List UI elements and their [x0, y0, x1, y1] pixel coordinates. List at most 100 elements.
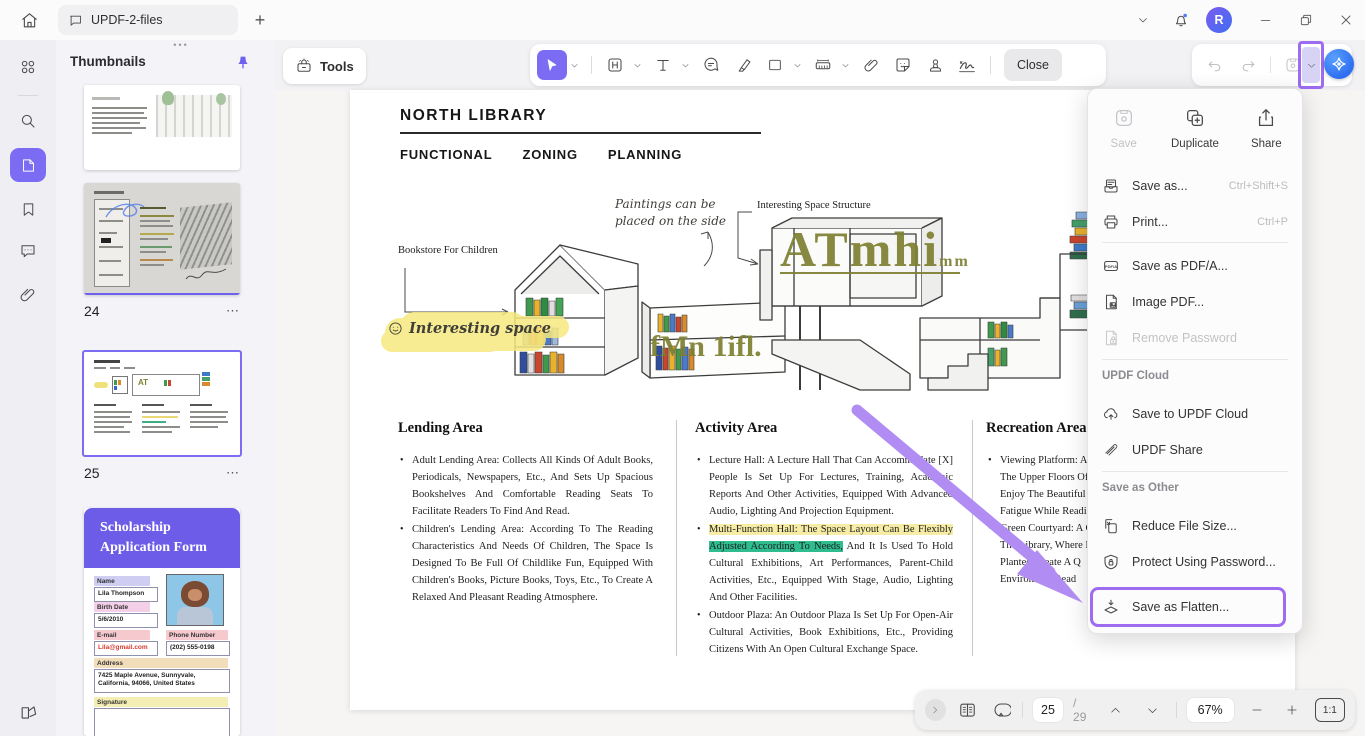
restore-button[interactable]	[1293, 8, 1319, 32]
sidebar-item-search[interactable]	[10, 104, 46, 138]
page-thumbnail-26[interactable]: Scholarship Application Form Name Lila T…	[84, 508, 240, 736]
printer-icon	[1102, 213, 1120, 231]
rectangle-icon	[767, 57, 783, 73]
menu-save-action[interactable]: Save	[1092, 99, 1156, 150]
signature-icon	[957, 55, 977, 75]
heading-icon	[606, 56, 624, 74]
close-window-button[interactable]	[1333, 8, 1359, 32]
sidebar-item-thumbnails[interactable]	[10, 148, 46, 182]
redo-button[interactable]	[1236, 57, 1260, 74]
page-thumbnail-23[interactable]	[84, 85, 240, 170]
column-divider	[676, 420, 677, 656]
zoom-level-input[interactable]: 67%	[1186, 697, 1235, 723]
pin-panel-button[interactable]	[232, 52, 254, 74]
sidebar-item-grid[interactable]	[10, 50, 46, 84]
measure-tool[interactable]	[808, 50, 838, 80]
text-tool-dropdown[interactable]	[679, 50, 691, 80]
measure-tool-dropdown[interactable]	[839, 50, 851, 80]
menu-item-reduce-file-size[interactable]: Reduce File Size...	[1094, 509, 1296, 543]
signature-tool[interactable]	[952, 50, 982, 80]
presentation-button[interactable]	[988, 700, 1013, 720]
ai-assistant-button[interactable]	[1324, 49, 1354, 79]
toolbox-icon	[295, 57, 313, 75]
doc-nav-zoning: ZONING	[523, 147, 578, 162]
page-24-more-button[interactable]: ⋯	[226, 303, 240, 319]
menu-item-print[interactable]: Print...Ctrl+P	[1094, 205, 1296, 239]
notifications-button[interactable]	[1168, 8, 1194, 32]
menu-share-action[interactable]: Share	[1234, 99, 1298, 150]
menu-item-save-to-cloud[interactable]: Save to UPDF Cloud	[1094, 397, 1296, 431]
page-layout-button[interactable]	[955, 701, 980, 720]
chevron-down-icon	[1146, 704, 1159, 717]
heading-tool-dropdown[interactable]	[631, 50, 643, 80]
page-25-more-button[interactable]: ⋯	[226, 465, 240, 481]
menu-duplicate-action[interactable]: Duplicate	[1163, 99, 1227, 150]
sticker-tool[interactable]	[888, 50, 918, 80]
save-as-icon	[1102, 177, 1120, 195]
select-tool-dropdown[interactable]	[568, 50, 580, 80]
document-tab[interactable]: UPDF-2-files	[58, 5, 238, 35]
heading-tool[interactable]	[600, 50, 630, 80]
menu-item-save-as[interactable]: Save as...Ctrl+Shift+S	[1094, 169, 1296, 203]
attachment-tool[interactable]	[856, 50, 886, 80]
home-icon	[20, 11, 39, 30]
zoom-out-button[interactable]	[1244, 703, 1270, 717]
new-tab-button[interactable]: +	[248, 8, 272, 32]
menu-item-updf-share[interactable]: UPDF Share	[1094, 433, 1296, 467]
statusbar-expand-button[interactable]	[925, 699, 946, 721]
title-bar: UPDF-2-files + R	[0, 0, 1365, 40]
comment-tool[interactable]	[696, 50, 726, 80]
avatar[interactable]: R	[1206, 7, 1232, 33]
actual-size-button[interactable]: 1:1	[1315, 698, 1345, 722]
save-dropdown-button[interactable]	[1302, 56, 1320, 74]
page-number-input[interactable]: 25	[1032, 697, 1064, 723]
chevron-up-icon	[1109, 704, 1122, 717]
home-button[interactable]	[14, 6, 44, 34]
page-thumbnail-24[interactable]	[84, 183, 240, 295]
form-email-value: Lila@gmail.com	[94, 641, 158, 656]
page-thumbnail-25-selected[interactable]: AT	[82, 350, 242, 457]
previous-page-button[interactable]	[1101, 704, 1129, 717]
page-number-25: 25	[84, 465, 100, 481]
bell-icon	[1172, 11, 1190, 29]
reduce-size-icon	[1102, 517, 1120, 535]
panel-drag-handle[interactable]: •••	[151, 40, 211, 50]
highlighter-tool[interactable]	[728, 50, 758, 80]
select-tool[interactable]	[537, 50, 567, 80]
text-tool[interactable]	[648, 50, 678, 80]
document-tab-title: UPDF-2-files	[91, 13, 163, 27]
sidebar-item-bookmarks[interactable]	[10, 192, 46, 226]
tabs-dropdown-button[interactable]	[1130, 8, 1156, 32]
form-birth-value: 5/6/2010	[94, 613, 158, 628]
menu-item-protect-password[interactable]: Protect Using Password...	[1094, 545, 1296, 579]
sidebar-item-reader-mode[interactable]	[10, 695, 46, 729]
tools-button[interactable]: Tools	[283, 48, 366, 84]
close-tools-button[interactable]: Close	[1004, 49, 1062, 81]
shape-tool[interactable]	[760, 50, 790, 80]
shape-tool-dropdown[interactable]	[791, 50, 803, 80]
sidebar-item-comments[interactable]	[10, 234, 46, 268]
status-bar: 25 / 29 67% 1:1	[915, 690, 1355, 730]
undo-button[interactable]	[1202, 57, 1226, 74]
zoom-in-button[interactable]	[1279, 703, 1305, 717]
menu-item-image-pdf[interactable]: Image PDF...	[1094, 285, 1296, 319]
ai-sparkle-icon	[1330, 55, 1348, 73]
thumbnails-panel: ••• Thumbnails 23 ⋯	[56, 40, 276, 736]
comment-bubble-icon	[702, 56, 720, 74]
text-icon	[654, 56, 672, 74]
menu-item-save-as-pdfa[interactable]: PDF/A Save as PDF/A...	[1094, 249, 1296, 283]
form-birth-label: Birth Date	[94, 602, 150, 612]
form-email-label: E-mail	[94, 630, 150, 640]
tools-button-label: Tools	[320, 59, 354, 74]
undo-icon	[1206, 57, 1223, 74]
form-name-value: Lila Thompson	[94, 587, 158, 602]
minimize-button[interactable]	[1252, 8, 1278, 32]
doc-title-rule	[400, 132, 761, 134]
stamp-tool[interactable]	[920, 50, 950, 80]
menu-item-remove-password[interactable]: Remove Password	[1094, 321, 1296, 355]
menu-section-save-as-other: Save as Other	[1102, 482, 1179, 494]
paperclip-icon	[19, 286, 37, 304]
next-page-button[interactable]	[1138, 704, 1166, 717]
sidebar-item-attachments[interactable]	[10, 278, 46, 312]
doc-nav-functional: FUNCTIONAL	[400, 147, 493, 162]
